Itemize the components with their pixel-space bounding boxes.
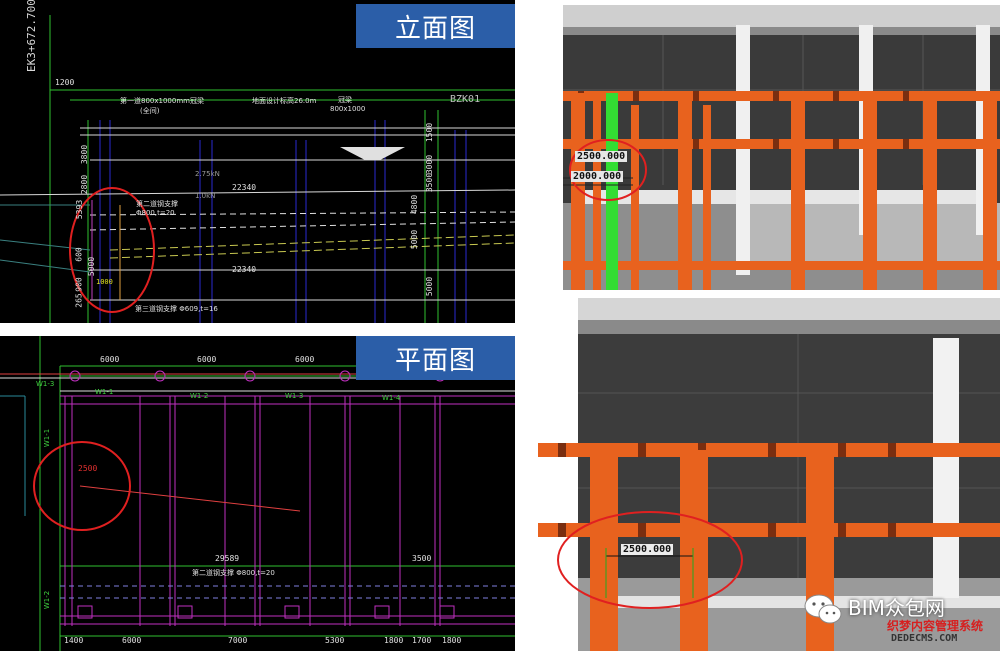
elevation-left-dims: 1200 (55, 78, 74, 87)
elevation-tag: 立面图 (356, 4, 515, 48)
watermark: BIM众包网 织梦内容管理系统 DEDECMS.COM (803, 592, 1000, 651)
highlight-strut (606, 93, 618, 290)
beam-label: W1-4 (382, 394, 401, 402)
right-dim: 4800 (410, 194, 420, 215)
note-crown-beam-size: 冠梁 800x1000 (330, 96, 366, 113)
dimension-label-a: 2500.000 (575, 151, 628, 162)
right-dim: 3000 (425, 154, 435, 175)
note-strut: 第二道钢支撑 Φ800,t=20 (192, 569, 275, 577)
bottom-dim: 7000 (228, 636, 248, 645)
span-dim: 3500 (412, 554, 432, 563)
bottom-dim: 1700 (412, 636, 432, 645)
dim-label: 265 (74, 293, 84, 308)
beam-cap (340, 147, 405, 160)
beam-label: W1-1 (95, 388, 114, 396)
side-label: W1-1 (43, 428, 52, 448)
circle-value: 1000 (96, 278, 113, 286)
bottom-dim: 6000 (122, 636, 142, 645)
right-dim: 5000 (410, 229, 420, 250)
note-third-strut: 第三道钢支撑 Φ609,t=16 (135, 305, 218, 313)
dim-label: 5393 (75, 199, 85, 220)
bottom-dim: 1400 (64, 636, 84, 645)
note-second-strut: 第二道钢支撑 Φ800,t=20 (136, 200, 178, 217)
dimension-label-b: 2000.000 (571, 171, 624, 182)
plan-tag: 平面图 (356, 336, 515, 380)
top-dim: 6000 (100, 355, 120, 364)
span-dim: 29589 (215, 554, 240, 563)
span-label: 22340 (232, 265, 257, 274)
elevation-drawing: EK3+672.700 1200 3800 2800 5393 600 5000… (0, 0, 515, 323)
dim-label: 3800 (80, 144, 90, 165)
plan-linework (0, 336, 515, 651)
right-dim: 5000 (425, 276, 435, 297)
model-view-top: 2500.000 2000.000 (563, 5, 1000, 290)
top-dim: 6000 (197, 355, 217, 364)
load-label: 1.0kN (195, 192, 216, 200)
watermark-sub: 织梦内容管理系统 (887, 619, 984, 633)
span-label: 22340 (232, 183, 257, 192)
wechat-logo-icon (804, 594, 842, 624)
beam-label: W1-3 (36, 380, 55, 388)
note-bzk: BZK01 (450, 94, 481, 105)
load-label: 2.75kN (195, 170, 220, 178)
dim-label: 1200 (55, 78, 75, 87)
elevation-section-label: EK3+672.700 (25, 0, 38, 72)
right-dim: 1500 (425, 122, 435, 143)
dim-label: 2800 (80, 174, 90, 195)
dimension-label: 2500.000 (621, 544, 674, 555)
elevation-linework (0, 15, 515, 323)
right-dim: 3500 (425, 172, 435, 193)
plan-drawing: 6000 6000 6000 6000 W1-3 W1-1 W1-2 W1-3 … (0, 336, 515, 651)
bottom-dim: 5300 (325, 636, 345, 645)
bottom-dim: 1800 (442, 636, 462, 645)
dim-label: 5000 (87, 256, 97, 277)
side-label: W1-2 (43, 590, 52, 610)
beam-label: W1-2 (190, 392, 209, 400)
circle-value: 2500 (78, 464, 98, 473)
note-crown-beam: 第一道800x1000mm冠梁 (全间) (120, 97, 204, 115)
dim-label: 900 (74, 277, 84, 292)
note-ground-level: 地面设计标高26.0m (252, 97, 317, 105)
top-dim: 6000 (295, 355, 315, 364)
beam-label: W1-3 (285, 392, 304, 400)
bottom-dim: 1800 (384, 636, 404, 645)
watermark-url: DEDECMS.COM (891, 633, 958, 644)
model-top-render (563, 5, 1000, 290)
dim-label: 600 (74, 247, 84, 262)
